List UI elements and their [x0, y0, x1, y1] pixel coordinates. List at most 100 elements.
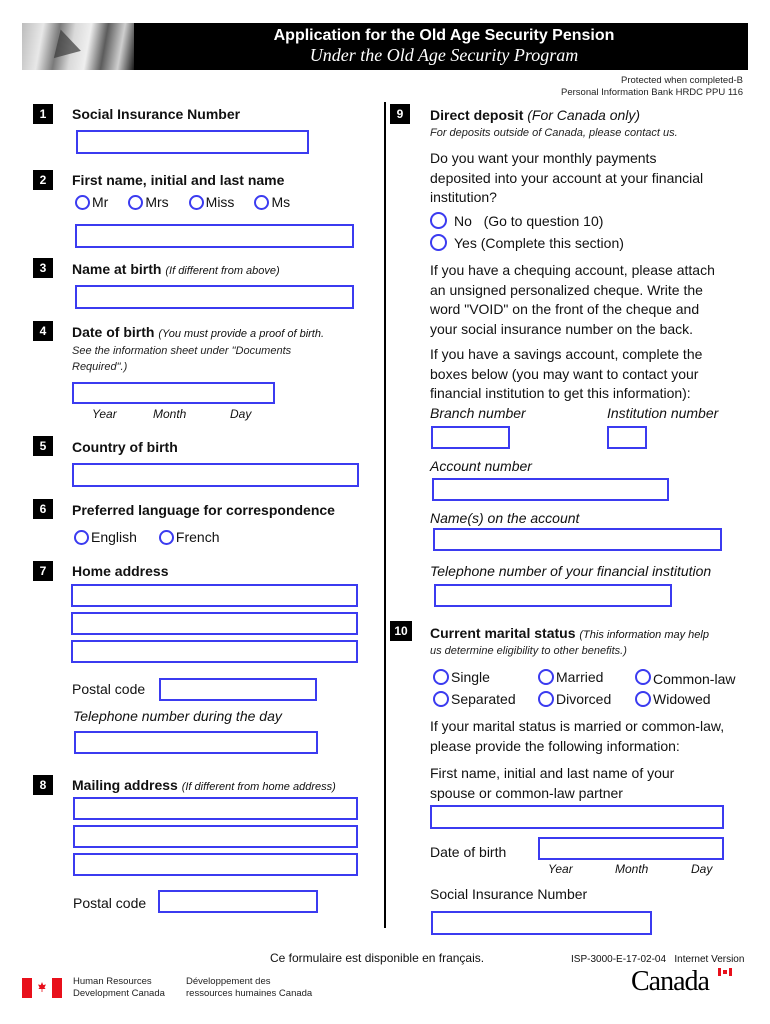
language-radio-french[interactable]: French: [158, 529, 220, 545]
title-radio-miss[interactable]: Miss: [188, 194, 234, 210]
title-radio-ms[interactable]: Ms: [254, 194, 290, 210]
spouse-name-label: First name, initial and last name of you…: [430, 765, 675, 801]
radio-button[interactable]: [254, 194, 270, 210]
branch-number-input[interactable]: [431, 426, 510, 449]
mailing-address-label: Mailing address (If different from home …: [72, 777, 336, 793]
radio-button[interactable]: [128, 194, 144, 210]
spouse-name-input[interactable]: [430, 805, 724, 829]
question-number-7: 7: [33, 561, 53, 581]
spouse-dob-year-label: Year: [548, 862, 573, 876]
radio-button[interactable]: [158, 529, 174, 545]
column-divider: [384, 102, 386, 928]
spouse-dob-month-label: Month: [615, 862, 649, 876]
marital-radio-widowed[interactable]: Widowed: [635, 691, 755, 707]
language-label: Preferred language for correspondence: [72, 502, 335, 518]
title-radio-mr[interactable]: Mr: [75, 194, 108, 210]
mailing-postal-input[interactable]: [158, 890, 318, 913]
spouse-sin-input[interactable]: [431, 911, 652, 935]
account-names-input[interactable]: [433, 528, 722, 551]
institution-phone-label: Telephone number of your financial insti…: [430, 563, 712, 579]
home-address-line-3[interactable]: [71, 640, 358, 663]
dob-day-label: Day: [230, 407, 252, 421]
sin-input[interactable]: [76, 130, 309, 154]
spouse-dob-input[interactable]: [538, 837, 724, 860]
country-of-birth-input[interactable]: [72, 463, 359, 487]
department-name-fr: Développement des ressources humaines Ca…: [186, 976, 313, 999]
radio-button[interactable]: [74, 529, 89, 545]
home-address-line-1[interactable]: [71, 584, 358, 607]
radio-button[interactable]: [635, 691, 651, 707]
question-number-2: 2: [33, 170, 53, 190]
question-number-10: 10: [390, 621, 412, 641]
spouse-dob-label: Date of birth: [430, 844, 507, 860]
home-postal-label: Postal code: [72, 681, 146, 697]
dob-month-label: Month: [153, 407, 187, 421]
savings-instructions: If you have a savings account, complete …: [430, 346, 703, 401]
language-radio-english[interactable]: English: [74, 529, 137, 545]
sin-label: Social Insurance Number: [72, 106, 241, 122]
direct-deposit-radio-yes[interactable]: Yes (Complete this section): [430, 234, 624, 251]
name-at-birth-input[interactable]: [75, 285, 354, 309]
question-number-4: 4: [33, 321, 53, 341]
day-phone-input[interactable]: [74, 731, 318, 754]
account-number-input[interactable]: [432, 478, 669, 501]
question-number-3: 3: [33, 258, 53, 278]
country-of-birth-label: Country of birth: [72, 439, 178, 455]
marital-radio-married[interactable]: Married: [538, 669, 635, 685]
chequing-instructions: If you have a chequing account, please a…: [430, 262, 715, 337]
canada-wordmark: Canada: [631, 966, 710, 997]
language-radio-group: English French: [74, 529, 220, 545]
direct-deposit-subnote: For deposits outside of Canada, please c…: [430, 127, 678, 139]
radio-button[interactable]: [433, 691, 449, 707]
mailing-address-line-1[interactable]: [73, 797, 358, 820]
radio-button[interactable]: [430, 234, 447, 251]
form-subtitle: Under the Old Age Security Program: [309, 45, 579, 65]
dob-note: See the information sheet under "Documen…: [72, 345, 292, 373]
marital-radio-common-law[interactable]: Common-law: [635, 669, 755, 687]
marital-status-radio-group: Single Married Common-law Separated Divo…: [433, 669, 755, 707]
direct-deposit-question: Do you want your monthly payments deposi…: [430, 150, 704, 205]
home-address-label: Home address: [72, 563, 169, 579]
spouse-instructions: If your marital status is married or com…: [430, 718, 725, 754]
name-at-birth-label: Name at birth (If different from above): [72, 261, 280, 277]
canada-flag-icon: [22, 978, 62, 998]
radio-button[interactable]: [430, 212, 447, 229]
branch-number-label: Branch number: [430, 405, 526, 421]
radio-button[interactable]: [635, 669, 651, 685]
radio-button[interactable]: [75, 194, 90, 210]
spouse-dob-day-label: Day: [691, 862, 713, 876]
home-address-line-2[interactable]: [71, 612, 358, 635]
dob-label: Date of birth (You must provide a proof …: [72, 324, 325, 340]
french-availability-notice: Ce formulaire est disponible en français…: [270, 951, 485, 965]
radio-button[interactable]: [433, 669, 449, 685]
marital-radio-single[interactable]: Single: [433, 669, 538, 685]
protected-text: Protected when completed-B: [621, 75, 743, 86]
dob-input[interactable]: [72, 382, 275, 404]
mailing-address-line-2[interactable]: [73, 825, 358, 848]
home-postal-input[interactable]: [159, 678, 317, 701]
question-number-5: 5: [33, 436, 53, 456]
radio-button[interactable]: [538, 669, 554, 685]
account-number-label: Account number: [430, 458, 532, 474]
radio-button[interactable]: [538, 691, 554, 707]
marital-radio-divorced[interactable]: Divorced: [538, 691, 635, 707]
institution-number-label: Institution number: [607, 405, 719, 421]
institution-phone-input[interactable]: [434, 584, 672, 607]
direct-deposit-radio-no[interactable]: No (Go to question 10): [430, 212, 624, 229]
department-name-en: Human Resources Development Canada: [73, 976, 165, 999]
form-title: Application for the Old Age Security Pen…: [273, 27, 615, 44]
spouse-sin-label: Social Insurance Number: [430, 886, 588, 902]
mailing-address-line-3[interactable]: [73, 853, 358, 876]
full-name-input[interactable]: [75, 224, 354, 248]
name-label: First name, initial and last name: [72, 172, 285, 188]
direct-deposit-radio-group: No (Go to question 10) Yes (Complete thi…: [430, 212, 624, 251]
dob-year-label: Year: [92, 407, 117, 421]
account-names-label: Name(s) on the account: [430, 510, 580, 526]
marital-radio-separated[interactable]: Separated: [433, 691, 538, 707]
maple-leaf-icon: [47, 25, 81, 59]
flag-image: [22, 23, 134, 70]
institution-number-input[interactable]: [607, 426, 647, 449]
question-number-8: 8: [33, 775, 53, 795]
title-radio-mrs[interactable]: Mrs: [128, 194, 169, 210]
radio-button[interactable]: [188, 194, 204, 210]
